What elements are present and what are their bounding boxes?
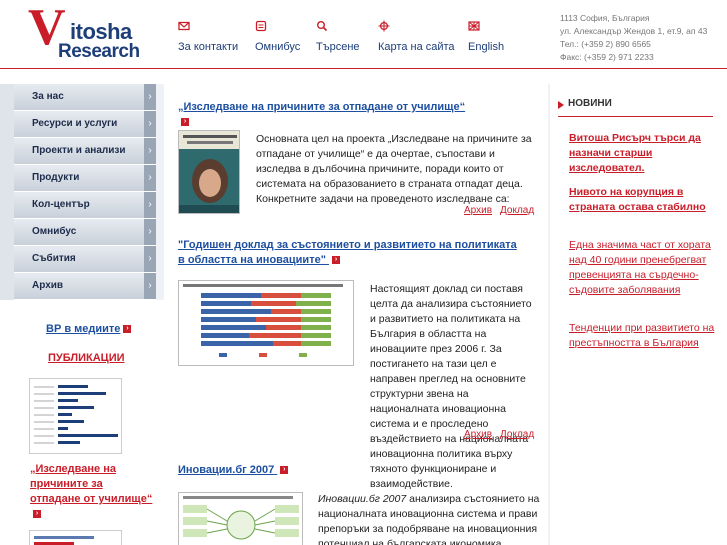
sidebar-item-label: Продукти [32, 172, 80, 183]
publication-caption-link[interactable]: „Изследване на причините за отпадане от … [30, 462, 155, 522]
article-summary: Настоящият доклад си поставя целта да ан… [178, 282, 540, 492]
article-links: Архив Доклад [464, 429, 534, 440]
nav-english-label: English [468, 41, 505, 53]
sidebar-item-projects[interactable]: Проекти и анализи › [14, 138, 156, 165]
innovation-diagram-thumbnail[interactable] [178, 492, 303, 545]
news-heading: НОВИНИ [568, 98, 612, 109]
sidebar-item-about[interactable]: За нас › [14, 84, 156, 111]
chevron-right-icon: › [144, 165, 156, 191]
arrow-right-icon: › [280, 466, 289, 475]
chevron-right-icon: › [144, 246, 156, 272]
news-item-link[interactable]: Витоша Рисърч търси да назначи старши из… [569, 131, 717, 176]
media-link-label: ВР в медиите [46, 323, 121, 335]
article-title-label: Иновации.бг 2007 [178, 464, 275, 476]
chevron-right-icon: › [144, 219, 156, 245]
sidebar-item-label: Омнибус [32, 226, 77, 237]
sidebar-item-label: Събития [32, 253, 76, 264]
header-divider [0, 68, 727, 69]
sidebar-item-resources[interactable]: Ресурси и услуги › [14, 111, 156, 138]
arrow-right-icon: › [123, 325, 132, 334]
sidebar-item-label: Проекти и анализи [32, 145, 126, 156]
search-icon [317, 21, 328, 32]
arrow-right-icon: › [181, 118, 189, 127]
media-link[interactable]: ВР в медиите › [46, 323, 132, 335]
nav-sitemap-label: Карта на сайта [378, 41, 455, 53]
publication-thumbnail-2[interactable] [29, 530, 122, 545]
news-divider [558, 116, 713, 117]
nav-contacts-label: За контакти [178, 41, 239, 53]
sidebar-menu: За нас › Ресурси и услуги › Проекти и анал… [14, 84, 156, 300]
archive-link[interactable]: Архив [464, 429, 492, 440]
nav-omnibus-label: Омнибус [255, 41, 301, 53]
chevron-right-icon: › [144, 111, 156, 137]
contact-info: 1113 София, България ул. Александър Женд… [560, 12, 707, 64]
bar-chart-thumbnail-image [30, 379, 121, 453]
arrow-right-icon: › [33, 510, 41, 519]
article-title-link[interactable]: Иновации.бг 2007 › [178, 463, 378, 478]
news-item-link[interactable]: Една значима част от хората над 40 годин… [569, 238, 717, 298]
chevron-right-icon: › [144, 138, 156, 164]
contact-fax: Факс: (+359 2) 971 2233 [560, 52, 654, 62]
diagram-thumbnail-image [179, 493, 302, 545]
report-link[interactable]: Доклад [500, 205, 534, 216]
article-title-label: „Изследване на причините за отпадане от … [178, 101, 466, 113]
article-summary-text: Настоящият доклад си поставя целта да ан… [370, 283, 532, 490]
book-cover-thumbnail[interactable] [178, 130, 240, 214]
sidebar-item-label: Архив [32, 280, 64, 291]
chevron-right-icon: › [144, 192, 156, 218]
archive-link[interactable]: Архив [464, 205, 492, 216]
triangle-right-icon [558, 101, 564, 109]
sidebar-background [0, 84, 14, 300]
publication-caption-label: „Изследване на причините за отпадане от … [30, 463, 153, 505]
sidebar-item-events[interactable]: Събития › [14, 246, 156, 273]
article-title-label: "Годишен доклад за състоянието и развити… [178, 239, 517, 266]
news-item-link[interactable]: Тенденции при развитието на престъпностт… [569, 321, 717, 351]
article-links: Архив Доклад [464, 205, 534, 216]
article-title-link[interactable]: „Изследване на причините за отпадане от … [178, 100, 478, 130]
arrow-right-icon: › [331, 256, 340, 265]
sitemap-icon [378, 20, 390, 32]
chevron-right-icon: › [144, 273, 156, 299]
sidebar-item-label: Ресурси и услуги [32, 118, 118, 129]
article-title-link[interactable]: "Годишен доклад за състоянието и развити… [178, 238, 518, 268]
thumbnail-band [34, 536, 94, 539]
sidebar-background-right [156, 84, 164, 300]
site-header: V itosha Research За контакти Омнибус Тъ… [0, 0, 727, 70]
nav-search-label: Търсене [316, 41, 360, 53]
publication-thumbnail[interactable] [29, 378, 122, 454]
chart-icon [255, 20, 267, 32]
sidebar-item-omnibus[interactable]: Омнибус › [14, 219, 156, 246]
article-summary: Иновации.бг 2007 анализира състоянието н… [318, 492, 540, 545]
sidebar-item-label: За нас [32, 91, 64, 102]
article-summary: Основната цел на проекта „Изследване на … [256, 133, 532, 205]
news-item-link[interactable]: Нивото на корупция в страната остава ста… [569, 185, 717, 215]
article-summary-emphasis: Иновации.бг 2007 [318, 493, 407, 505]
chevron-right-icon: › [144, 84, 156, 110]
flag-icon [468, 21, 480, 31]
report-link[interactable]: Доклад [500, 429, 534, 440]
publications-heading[interactable]: ПУБЛИКАЦИИ [48, 352, 125, 364]
sidebar-item-label: Кол-център [32, 199, 90, 210]
logo-word-research: Research [58, 41, 140, 62]
contact-phone: Тел.: (+359 2) 890 6565 [560, 39, 651, 49]
contact-city: 1113 София, България [560, 13, 650, 23]
sidebar-item-call-center[interactable]: Кол-център › [14, 192, 156, 219]
vitosha-research-logo[interactable]: V itosha Research [28, 0, 158, 66]
sidebar-item-archive[interactable]: Архив › [14, 273, 156, 300]
book-cover-image [179, 131, 239, 213]
news-column-divider [548, 84, 550, 545]
news-header: НОВИНИ [558, 95, 718, 117]
contact-street: ул. Александър Жендов 1, ет.9, ап 43 [560, 26, 708, 36]
sidebar-item-products[interactable]: Продукти › [14, 165, 156, 192]
envelope-icon [178, 21, 190, 31]
